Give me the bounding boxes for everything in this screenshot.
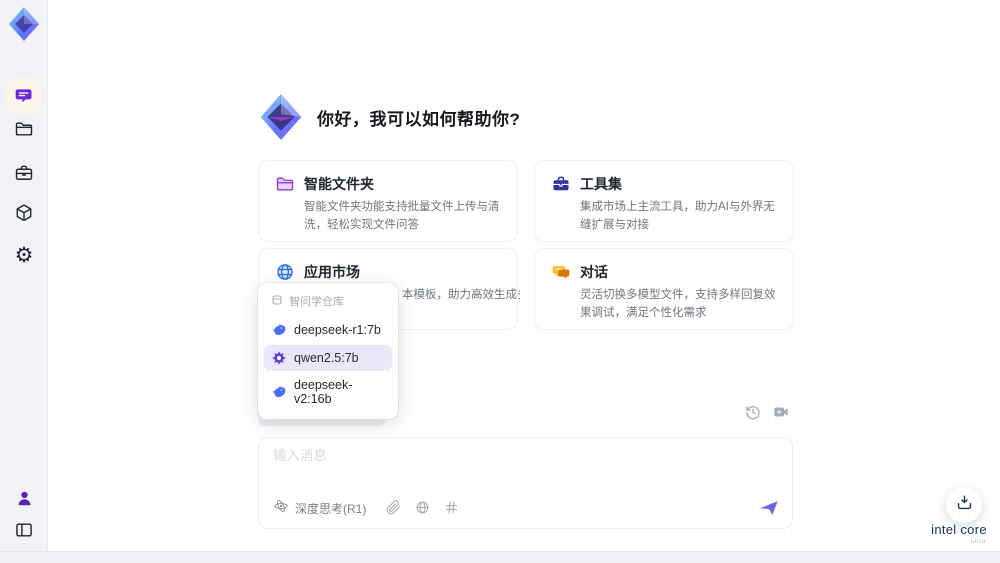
globe-icon[interactable] (415, 500, 431, 516)
qwen-star-icon (271, 350, 287, 366)
atom-icon (273, 498, 289, 519)
greeting: 你好，我可以如何帮助你? (258, 92, 520, 142)
intel-core-logo: intel core ultra (926, 522, 992, 545)
sidebar-item-apps[interactable] (14, 203, 34, 223)
cube-icon (14, 203, 34, 223)
card-description: 集成市场上主流工具，助力AI与外界无缝扩展与对接 (580, 201, 775, 231)
card-description: 智能文件夹功能支持批量文件上传与清洗，轻松实现文件问答 (304, 201, 500, 231)
download-button[interactable] (946, 487, 982, 523)
card-smart-folder[interactable]: 智能文件夹 智能文件夹功能支持批量文件上传与清洗，轻松实现文件问答 (258, 160, 518, 242)
sidebar-item-toolbox[interactable] (14, 163, 34, 183)
deep-think-label: 深度思考(R1) (295, 501, 367, 516)
globe-icon (275, 262, 295, 282)
card-description-fragment: 本模板，助力高效生成多 (402, 289, 520, 301)
intel-core-text: intel core (931, 522, 987, 537)
deep-think-toggle[interactable]: 深度思考(R1) (273, 498, 366, 519)
model-option-deepseek-v2[interactable]: deepseek-v2:16b (264, 373, 392, 411)
deepseek-whale-icon (271, 384, 287, 400)
card-dialogue[interactable]: 对话 灵活切换多模型文件，支持多样回复效果调试，满足个性化需求 (534, 248, 794, 330)
dropdown-header: 智问学仓库 (264, 290, 392, 315)
card-title: 工具集 (580, 176, 622, 192)
composer-toolbar: 深度思考(R1) (273, 497, 780, 519)
app-logo-icon (7, 6, 41, 42)
page-title: 你好，我可以如何帮助你? (317, 109, 521, 129)
briefcase-icon (551, 174, 571, 194)
sidebar-item-settings[interactable]: ⚙ (14, 244, 34, 267)
deepseek-whale-icon (271, 322, 287, 338)
chat-bubbles-icon (551, 262, 571, 282)
composer-icons (386, 500, 460, 516)
sidebar-item-chat[interactable] (6, 78, 42, 114)
briefcase-icon (14, 163, 34, 183)
sidebar-item-folders[interactable] (14, 119, 34, 139)
model-option-label: qwen2.5:7b (294, 351, 359, 365)
model-option-label: deepseek-v2:16b (294, 378, 353, 406)
sidebar: ⚙ (0, 0, 48, 563)
card-title: 智能文件夹 (304, 176, 374, 192)
gear-icon: ⚙ (14, 244, 34, 267)
repo-icon (271, 294, 283, 309)
message-input[interactable] (273, 448, 753, 463)
folder-icon (275, 174, 295, 194)
sidebar-item-user[interactable] (14, 488, 34, 508)
assistant-logo-icon (258, 92, 304, 142)
send-button[interactable] (758, 497, 780, 519)
hash-grid-icon[interactable] (444, 500, 460, 516)
panel-layout-icon (14, 520, 34, 540)
chat-icon (14, 86, 34, 106)
user-icon (15, 489, 34, 508)
session-tools (744, 403, 790, 421)
intel-ultra-text: ultra (970, 538, 986, 545)
paperclip-icon[interactable] (386, 500, 402, 516)
download-tray-icon (955, 493, 974, 517)
message-composer: 深度思考(R1) (258, 437, 793, 529)
bottom-strip (0, 551, 1000, 563)
model-option-deepseek-r1[interactable]: deepseek-r1:7b (264, 317, 392, 343)
app-window: ⚙ 你好，我可以如何帮助你? 智能文件夹 智能文件夹功能支持批量文件上传与清洗，… (0, 0, 1000, 563)
history-icon[interactable] (744, 403, 762, 421)
model-option-qwen[interactable]: qwen2.5:7b (264, 345, 392, 371)
card-description: 灵活切换多模型文件，支持多样回复效果调试，满足个性化需求 (580, 289, 776, 319)
model-dropdown: 智问学仓库 deepseek-r1:7b qwen2.5:7b deepseek… (258, 283, 398, 419)
card-title: 应用市场 (304, 264, 360, 280)
card-title: 对话 (580, 264, 608, 280)
model-option-label: deepseek-r1:7b (294, 323, 381, 337)
sidebar-item-panel[interactable] (14, 520, 34, 540)
card-toolset[interactable]: 工具集 集成市场上主流工具，助力AI与外界无缝扩展与对接 (534, 160, 794, 242)
dropdown-header-label: 智问学仓库 (289, 296, 344, 308)
folder-icon (14, 119, 34, 139)
video-icon[interactable] (772, 403, 790, 421)
